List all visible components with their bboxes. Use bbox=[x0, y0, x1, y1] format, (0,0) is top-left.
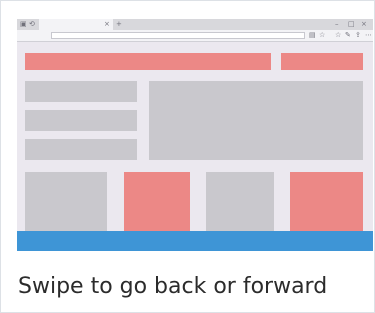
tip-caption: Swipe to go back or forward bbox=[18, 274, 328, 299]
tab-bar: ▣ ⟲ × + – □ × bbox=[17, 19, 373, 30]
maximize-icon: □ bbox=[348, 20, 355, 28]
header-banner-block bbox=[25, 53, 271, 70]
card-block-4 bbox=[290, 172, 363, 231]
header-side-block bbox=[281, 53, 363, 70]
sidebar-block-2 bbox=[25, 110, 137, 131]
main-content-block bbox=[149, 81, 363, 160]
favorites-hub-icon: ☆ bbox=[335, 31, 342, 39]
favorite-star-icon: ☆ bbox=[319, 31, 326, 39]
pen-icon: ✎ bbox=[345, 31, 351, 39]
close-window-icon: × bbox=[361, 20, 367, 28]
tab-preview-icon: ▣ bbox=[20, 20, 27, 28]
back-tabs-icon: ⟲ bbox=[29, 20, 35, 28]
card-block-3 bbox=[206, 172, 274, 231]
card-block-2 bbox=[124, 172, 190, 231]
sidebar-block-1 bbox=[25, 81, 137, 102]
url-field bbox=[51, 32, 305, 39]
new-tab-icon: + bbox=[116, 20, 122, 28]
more-icon: ⋯ bbox=[365, 31, 372, 39]
address-bar: ▤ ☆ ☆ ✎ ⇪ ⋯ bbox=[17, 30, 373, 42]
sidebar-block-3 bbox=[25, 139, 137, 160]
card-block-1 bbox=[25, 172, 107, 231]
active-tab: × bbox=[39, 19, 113, 30]
minimize-icon: – bbox=[335, 20, 339, 28]
share-icon: ⇪ bbox=[355, 31, 361, 39]
browser-illustration: ▣ ⟲ × + – □ × ▤ ☆ ☆ ✎ ⇪ ⋯ bbox=[17, 19, 373, 251]
reading-view-icon: ▤ bbox=[309, 31, 316, 39]
tab-close-icon: × bbox=[104, 20, 110, 28]
swipe-tip-card: ▣ ⟲ × + – □ × ▤ ☆ ☆ ✎ ⇪ ⋯ Swipe to go ba… bbox=[0, 0, 375, 313]
accent-bar bbox=[17, 231, 373, 251]
